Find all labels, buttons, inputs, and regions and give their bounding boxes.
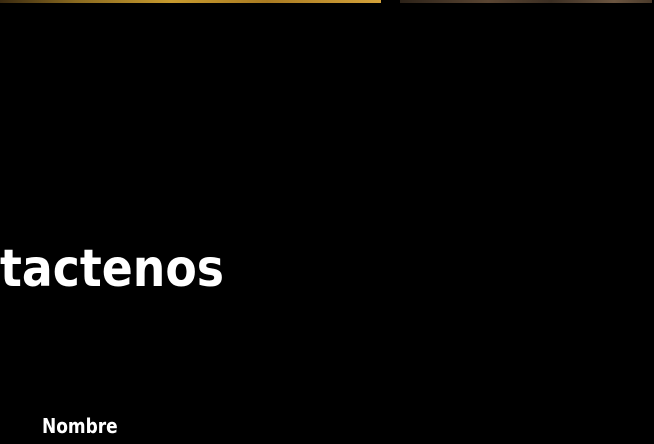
hero-image-right	[400, 0, 652, 3]
hero-image-left	[0, 0, 381, 3]
name-field-label: Nombre	[42, 414, 118, 438]
contact-heading: tactenos	[0, 239, 225, 299]
contact-page: tactenos Nombre	[0, 0, 654, 444]
